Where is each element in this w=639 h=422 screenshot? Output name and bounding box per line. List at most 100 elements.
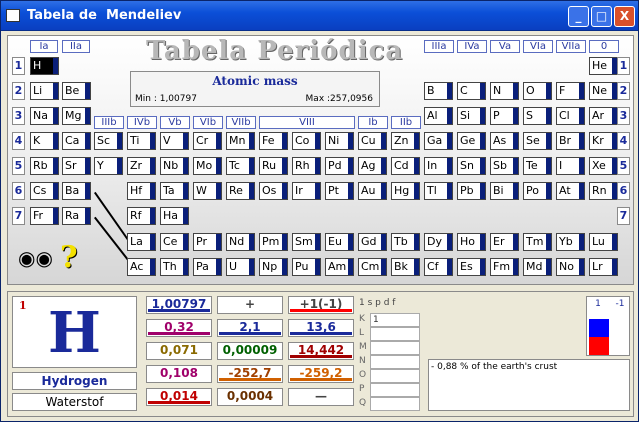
element-cell-ti[interactable]: Ti bbox=[127, 132, 156, 150]
element-cell-o[interactable]: O bbox=[523, 82, 552, 100]
element-cell-w[interactable]: W bbox=[193, 182, 222, 200]
element-cell-pm[interactable]: Pm bbox=[259, 233, 288, 251]
group-ib[interactable]: Ib bbox=[358, 116, 388, 129]
element-cell-cf[interactable]: Cf bbox=[424, 258, 453, 276]
element-cell-kr[interactable]: Kr bbox=[589, 132, 618, 150]
group-viia[interactable]: VIIa bbox=[556, 40, 586, 53]
element-cell-am[interactable]: Am bbox=[325, 258, 354, 276]
element-cell-ag[interactable]: Ag bbox=[358, 157, 387, 175]
element-cell-te[interactable]: Te bbox=[523, 157, 552, 175]
element-cell-tl[interactable]: Tl bbox=[424, 182, 453, 200]
element-cell-ho[interactable]: Ho bbox=[457, 233, 486, 251]
element-cell-hg[interactable]: Hg bbox=[391, 182, 420, 200]
element-cell-p[interactable]: P bbox=[490, 107, 519, 125]
element-cell-cd[interactable]: Cd bbox=[391, 157, 420, 175]
element-cell-y[interactable]: Y bbox=[94, 157, 123, 175]
group-zero[interactable]: 0 bbox=[589, 40, 619, 53]
element-cell-ac[interactable]: Ac bbox=[127, 258, 156, 276]
element-cell-in[interactable]: In bbox=[424, 157, 453, 175]
element-cell-as[interactable]: As bbox=[490, 132, 519, 150]
element-cell-gd[interactable]: Gd bbox=[358, 233, 387, 251]
element-cell-no[interactable]: No bbox=[556, 258, 585, 276]
element-cell-si[interactable]: Si bbox=[457, 107, 486, 125]
element-cell-mn[interactable]: Mn bbox=[226, 132, 255, 150]
element-cell-cr[interactable]: Cr bbox=[193, 132, 222, 150]
element-cell-na[interactable]: Na bbox=[30, 107, 59, 125]
element-cell-se[interactable]: Se bbox=[523, 132, 552, 150]
group-va[interactable]: Va bbox=[490, 40, 520, 53]
element-cell-ha[interactable]: Ha bbox=[160, 207, 189, 225]
element-cell-ir[interactable]: Ir bbox=[292, 182, 321, 200]
element-cell-ru[interactable]: Ru bbox=[259, 157, 288, 175]
element-cell-yb[interactable]: Yb bbox=[556, 233, 585, 251]
element-cell-pu[interactable]: Pu bbox=[292, 258, 321, 276]
element-cell-es[interactable]: Es bbox=[457, 258, 486, 276]
group-vb[interactable]: Vb bbox=[160, 116, 190, 129]
element-cell-bi[interactable]: Bi bbox=[490, 182, 519, 200]
element-cell-pb[interactable]: Pb bbox=[457, 182, 486, 200]
group-vib[interactable]: VIb bbox=[193, 116, 223, 129]
maximize-button[interactable]: □ bbox=[591, 6, 612, 27]
element-cell-sc[interactable]: Sc bbox=[94, 132, 123, 150]
group-ivb[interactable]: IVb bbox=[127, 116, 157, 129]
element-cell-lu[interactable]: Lu bbox=[589, 233, 618, 251]
element-cell-cl[interactable]: Cl bbox=[556, 107, 585, 125]
group-viii[interactable]: VIII bbox=[259, 116, 355, 129]
element-cell-c[interactable]: C bbox=[457, 82, 486, 100]
element-cell-he[interactable]: He bbox=[589, 57, 618, 75]
element-cell-md[interactable]: Md bbox=[523, 258, 552, 276]
minimize-button[interactable]: _ bbox=[568, 6, 589, 27]
group-iiib[interactable]: IIIb bbox=[94, 116, 124, 129]
element-cell-th[interactable]: Th bbox=[160, 258, 189, 276]
element-cell-sm[interactable]: Sm bbox=[292, 233, 321, 251]
element-cell-s[interactable]: S bbox=[523, 107, 552, 125]
element-cell-rb[interactable]: Rb bbox=[30, 157, 59, 175]
element-cell-fr[interactable]: Fr bbox=[30, 207, 59, 225]
element-cell-h[interactable]: H bbox=[30, 57, 59, 75]
element-cell-os[interactable]: Os bbox=[259, 182, 288, 200]
element-cell-ga[interactable]: Ga bbox=[424, 132, 453, 150]
element-cell-ce[interactable]: Ce bbox=[160, 233, 189, 251]
element-cell-lr[interactable]: Lr bbox=[589, 258, 618, 276]
element-cell-dy[interactable]: Dy bbox=[424, 233, 453, 251]
element-cell-sn[interactable]: Sn bbox=[457, 157, 486, 175]
group-iia[interactable]: IIa bbox=[62, 40, 90, 53]
element-cell-pd[interactable]: Pd bbox=[325, 157, 354, 175]
element-cell-ar[interactable]: Ar bbox=[589, 107, 618, 125]
element-cell-re[interactable]: Re bbox=[226, 182, 255, 200]
element-cell-pt[interactable]: Pt bbox=[325, 182, 354, 200]
element-cell-u[interactable]: U bbox=[226, 258, 255, 276]
element-cell-er[interactable]: Er bbox=[490, 233, 519, 251]
element-cell-po[interactable]: Po bbox=[523, 182, 552, 200]
element-cell-f[interactable]: F bbox=[556, 82, 585, 100]
element-cell-pa[interactable]: Pa bbox=[193, 258, 222, 276]
group-via[interactable]: VIa bbox=[523, 40, 553, 53]
element-cell-la[interactable]: La bbox=[127, 233, 156, 251]
element-cell-fe[interactable]: Fe bbox=[259, 132, 288, 150]
element-cell-br[interactable]: Br bbox=[556, 132, 585, 150]
element-cell-zr[interactable]: Zr bbox=[127, 157, 156, 175]
group-iva[interactable]: IVa bbox=[457, 40, 487, 53]
element-cell-ne[interactable]: Ne bbox=[589, 82, 618, 100]
element-cell-n[interactable]: N bbox=[490, 82, 519, 100]
element-cell-k[interactable]: K bbox=[30, 132, 59, 150]
question-icon[interactable]: ? bbox=[60, 240, 78, 275]
element-cell-fm[interactable]: Fm bbox=[490, 258, 519, 276]
element-cell-al[interactable]: Al bbox=[424, 107, 453, 125]
element-cell-np[interactable]: Np bbox=[259, 258, 288, 276]
element-cell-cu[interactable]: Cu bbox=[358, 132, 387, 150]
element-cell-li[interactable]: Li bbox=[30, 82, 59, 100]
element-cell-xe[interactable]: Xe bbox=[589, 157, 618, 175]
element-cell-rf[interactable]: Rf bbox=[127, 207, 156, 225]
element-cell-v[interactable]: V bbox=[160, 132, 189, 150]
element-cell-nd[interactable]: Nd bbox=[226, 233, 255, 251]
element-cell-cm[interactable]: Cm bbox=[358, 258, 387, 276]
element-cell-sr[interactable]: Sr bbox=[62, 157, 91, 175]
element-cell-b[interactable]: B bbox=[424, 82, 453, 100]
element-cell-i[interactable]: I bbox=[556, 157, 585, 175]
element-cell-hf[interactable]: Hf bbox=[127, 182, 156, 200]
element-cell-cs[interactable]: Cs bbox=[30, 182, 59, 200]
element-cell-zn[interactable]: Zn bbox=[391, 132, 420, 150]
element-cell-tm[interactable]: Tm bbox=[523, 233, 552, 251]
element-cell-tb[interactable]: Tb bbox=[391, 233, 420, 251]
